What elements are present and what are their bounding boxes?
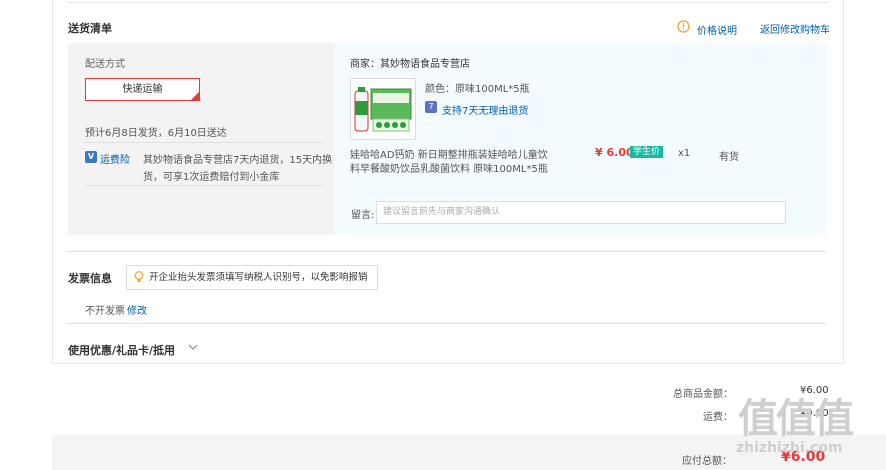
invoice-edit-link[interactable]: 修改	[127, 302, 147, 317]
shipping-panel	[68, 43, 334, 235]
divider	[68, 251, 827, 252]
insurance-text-1: 其妙物语食品专营店7天内退货，15天内换	[143, 155, 333, 166]
invoice-section-title: 发票信息	[68, 272, 112, 285]
insurance-text-2: 货，可享1次运费赔付到小金库	[143, 172, 280, 183]
delivery-estimate: 预计6月8日发货，6月10日送达	[85, 128, 227, 139]
info-icon	[677, 20, 690, 33]
delivery-section-title: 送货清单	[68, 22, 112, 35]
message-label: 留言:	[351, 210, 375, 221]
ship-method-button[interactable]: 快递运输	[85, 78, 200, 101]
ship-method-label: 配送方式	[85, 59, 125, 70]
divider	[85, 185, 325, 186]
price-note-link[interactable]: 价格说明	[697, 22, 737, 37]
coupon-toggle[interactable]: 使用优惠/礼品卡/抵用	[68, 342, 175, 358]
shipping-label: 运费：	[703, 412, 733, 423]
message-input[interactable]: 建议留言前先与商家沟通确认	[376, 201, 786, 224]
shield-icon: V	[85, 151, 97, 163]
invoice-status: 不开发票	[85, 306, 125, 317]
divider	[85, 142, 325, 143]
lightbulb-icon	[134, 271, 144, 283]
chevron-down-icon[interactable]	[187, 342, 199, 352]
back-to-cart-link[interactable]: 返回修改购物车	[760, 21, 830, 36]
product-image[interactable]	[350, 78, 416, 140]
selected-corner-icon	[191, 92, 199, 100]
invoice-tip: 开企业抬头发票须填写纳税人识别号，以免影响报销	[126, 265, 378, 290]
return-policy: 支持7天无理由退货	[442, 106, 529, 117]
store-name: 商家：其妙物语食品专营店	[350, 59, 470, 70]
invoice-tip-text: 开企业抬头发票须填写纳税人识别号，以免影响报销	[149, 272, 368, 283]
stock-status: 有货	[719, 152, 739, 163]
insurance-link[interactable]: 运费险	[100, 151, 130, 166]
watermark-logo: 值值值	[738, 396, 854, 442]
product-price: ¥ 6.00	[595, 146, 634, 159]
divider	[68, 323, 827, 324]
watermark-site: zhizhizhi.com	[736, 440, 843, 456]
divider	[68, 2, 828, 3]
payable-label: 应付总额：	[682, 456, 732, 467]
ship-method-text: 快递运输	[122, 84, 163, 95]
product-spec: 颜色：原味100ML*5瓶	[425, 84, 530, 95]
seven-day-return-icon: 7	[425, 101, 437, 113]
quantity: x1	[678, 148, 691, 159]
student-price-badge: 学生价	[630, 146, 664, 158]
product-name-line1[interactable]: 娃哈哈AD钙奶 新日期整排瓶装娃哈哈儿童饮	[350, 146, 548, 161]
product-name-line2[interactable]: 料早餐酸奶饮品乳酸菌饮料 原味100ML*5瓶	[350, 160, 548, 175]
goods-total-label: 总商品金额：	[673, 389, 733, 400]
